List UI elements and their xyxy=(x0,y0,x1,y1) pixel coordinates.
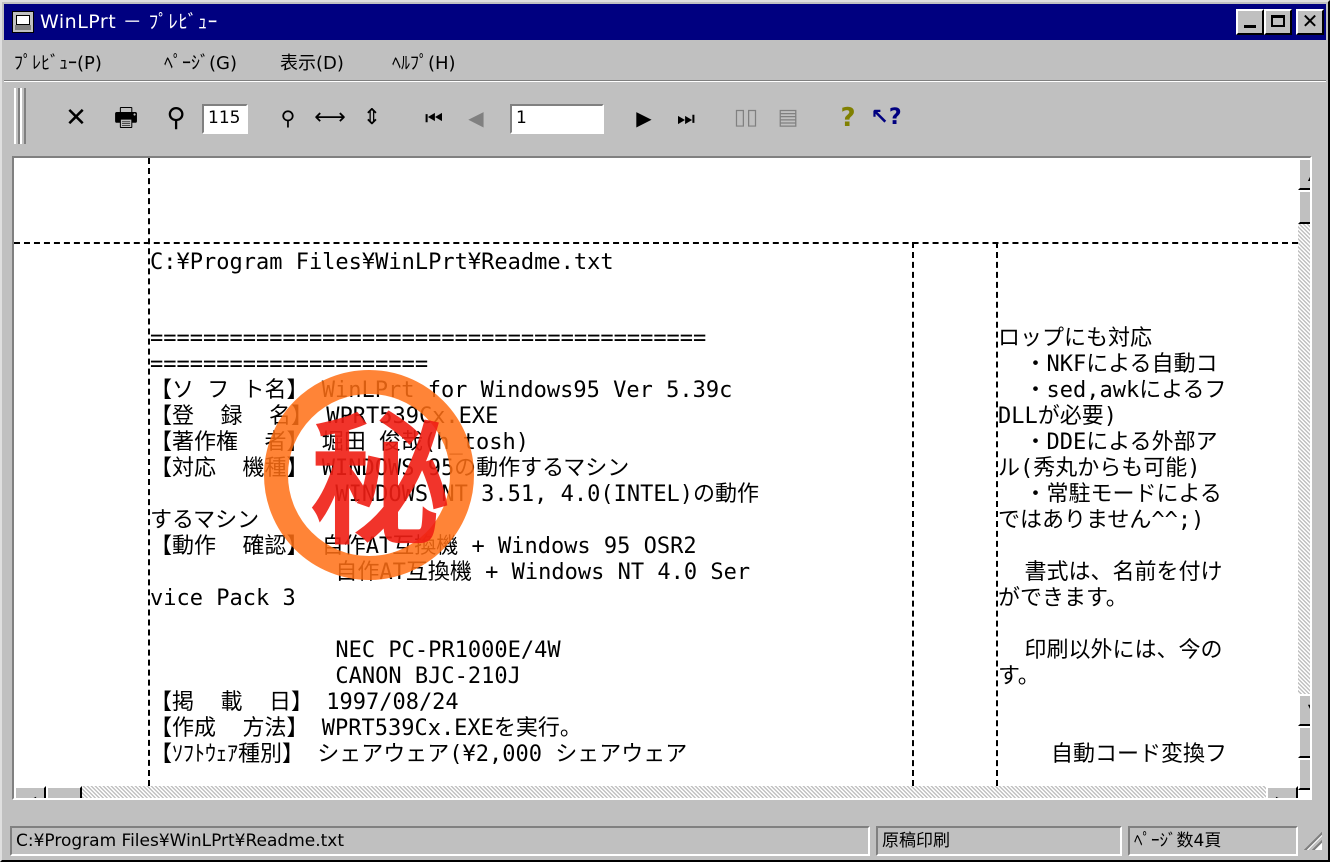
doc-line-col2: 印刷以外には、今の xyxy=(998,638,1223,663)
doc-line: 自作AT互換機 + Windows NT 4.0 Ser xyxy=(150,560,751,585)
app-window: WinLPrt － ﾌﾟﾚﾋﾞｭｰ ✕ ﾌﾟﾚﾋﾞｭｰ(P) ﾍﾟｰｼﾞ(G) … xyxy=(0,0,1330,862)
arrow-down-icon: ▼ xyxy=(1308,700,1310,719)
menu-view[interactable]: 表示(D) xyxy=(280,49,344,75)
doc-line-col2: DLLが必要) xyxy=(998,404,1117,429)
doc-line-col2: ・NKFによる自動コ xyxy=(998,352,1218,377)
menu-page[interactable]: ﾍﾟｰｼﾞ(G) xyxy=(164,49,237,75)
doc-line: するマシン xyxy=(150,508,260,533)
scroll-down-button[interactable]: ▼ xyxy=(1298,694,1310,726)
print-icon[interactable]: 🖶 xyxy=(108,100,144,136)
doc-line: 【掲 載 日】 1997/08/24 xyxy=(150,690,459,715)
prev-page-scroll-button[interactable]: ⇑ xyxy=(1298,726,1310,758)
vertical-scrollbar[interactable]: ▲ ▼ ⇑ ⇓ xyxy=(1298,158,1310,798)
maximize-button[interactable] xyxy=(1264,9,1292,35)
help-icon[interactable]: ? xyxy=(830,100,866,136)
fit-width-icon[interactable]: ⟷ xyxy=(312,100,348,136)
doc-header: C:¥Program Files¥WinLPrt¥Readme.txt xyxy=(150,250,614,275)
page-setup-icon[interactable]: ▤ xyxy=(770,100,806,136)
status-file-path: C:¥Program Files¥WinLPrt¥Readme.txt xyxy=(10,826,870,856)
horizontal-scrollbar[interactable]: ◀ ▶ xyxy=(14,786,1298,798)
scroll-right-button[interactable]: ▶ xyxy=(1266,786,1298,798)
resize-grip-icon[interactable] xyxy=(1302,830,1322,850)
scroll-up-button[interactable]: ▲ xyxy=(1298,158,1310,190)
doc-line-col2: ロップにも対応 xyxy=(998,326,1153,351)
next-page-icon[interactable]: ▶ xyxy=(626,100,662,136)
doc-line-col2: す。 xyxy=(998,664,1040,689)
doc-line-col2: ・sed,awkによるフ xyxy=(998,378,1227,403)
page-number-input[interactable]: 1 xyxy=(510,104,604,134)
preview-page: C:¥Program Files¥WinLPrt¥Readme.txt ====… xyxy=(14,158,1298,786)
zoom-icon[interactable]: ⚲ xyxy=(158,100,194,136)
zoom-input[interactable]: 115 xyxy=(202,104,248,134)
close-window-button[interactable]: ✕ xyxy=(1296,9,1324,35)
confidential-stamp-char: 秘 xyxy=(310,401,451,565)
doc-line: NEC PC-PR1000E/4W xyxy=(150,638,561,663)
window-title: WinLPrt － ﾌﾟﾚﾋﾞｭｰ xyxy=(40,11,218,33)
margin-guide-top xyxy=(14,242,1298,244)
status-bar: C:¥Program Files¥WinLPrt¥Readme.txt 原稿印刷… xyxy=(6,822,1326,858)
doc-line: CANON BJC-210J xyxy=(150,664,521,689)
printer-app-icon[interactable] xyxy=(12,11,34,33)
doc-line: 【ｿﾌﾄｳｪｱ種別】 シェアウェア(¥2,000 シェアウェア xyxy=(150,742,688,767)
arrow-up-icon: ▲ xyxy=(1308,164,1310,183)
title-bar[interactable]: WinLPrt － ﾌﾟﾚﾋﾞｭｰ ✕ xyxy=(4,4,1326,40)
toolbar-grip-2 xyxy=(20,88,26,144)
vertical-scroll-thumb[interactable] xyxy=(1298,190,1310,224)
fit-page-icon[interactable]: ⇕ xyxy=(354,100,390,136)
doc-line-col2: ・DDEによる外部ア xyxy=(998,430,1218,455)
doc-line-col2: 書式は、名前を付け xyxy=(998,560,1223,585)
double-arrow-up-icon: ⇑ xyxy=(1307,732,1310,751)
doc-line-col2: ・常駐モードによる xyxy=(998,482,1222,507)
close-icon: ✕ xyxy=(1301,9,1319,33)
column-guide-right xyxy=(912,242,914,786)
status-page-count: ﾍﾟｰｼﾞ数4頁 xyxy=(1128,826,1298,856)
last-page-icon[interactable]: ⏭ xyxy=(668,100,704,136)
maximize-icon xyxy=(1271,15,1285,27)
menu-bar: ﾌﾟﾚﾋﾞｭｰ(P) ﾍﾟｰｼﾞ(G) 表示(D) ﾍﾙﾌﾟ(H) xyxy=(4,42,1326,78)
zoom-small-icon[interactable]: ⚲ xyxy=(270,100,306,136)
vertical-scroll-track[interactable] xyxy=(1298,224,1310,694)
doc-line-col2: ができます。 xyxy=(998,586,1128,611)
horizontal-scroll-thumb[interactable] xyxy=(46,786,82,798)
doc-line: ========================================… xyxy=(150,326,707,351)
horizontal-scroll-track[interactable] xyxy=(82,786,1266,798)
status-print-mode: 原稿印刷 xyxy=(876,826,1122,856)
minimize-button[interactable] xyxy=(1236,9,1264,35)
next-page-scroll-button[interactable]: ⇓ xyxy=(1298,758,1310,790)
preview-viewport: C:¥Program Files¥WinLPrt¥Readme.txt ====… xyxy=(12,156,1312,800)
doc-line-col2: ではありません^^;) xyxy=(998,508,1205,533)
toolbar: ✕ 🖶 ⚲ 115 ⚲ ⟷ ⇕ ⏮ ◀ 1 ▶ ⏭ ▯▯ ▤ ? ↖? xyxy=(4,82,1326,152)
context-help-icon[interactable]: ↖? xyxy=(868,100,904,136)
two-pages-icon[interactable]: ▯▯ xyxy=(728,100,764,136)
arrow-right-icon: ▶ xyxy=(1276,792,1288,798)
doc-line-col2: ル(秀丸からも可能) xyxy=(998,456,1201,481)
minimize-icon xyxy=(1244,25,1256,28)
menu-preview[interactable]: ﾌﾟﾚﾋﾞｭｰ(P) xyxy=(14,49,102,75)
prev-page-icon[interactable]: ◀ xyxy=(458,100,494,136)
menu-help[interactable]: ﾍﾙﾌﾟ(H) xyxy=(392,49,456,75)
arrow-left-icon: ◀ xyxy=(24,792,36,798)
first-page-icon[interactable]: ⏮ xyxy=(416,100,452,136)
doc-line: 【作成 方法】 WPRT539Cx.EXEを実行。 xyxy=(150,716,582,741)
doc-line-col2: 自動コード変換フ xyxy=(998,742,1227,767)
double-arrow-down-icon: ⇓ xyxy=(1307,764,1310,783)
doc-line: vice Pack 3 xyxy=(150,586,296,611)
scroll-left-button[interactable]: ◀ xyxy=(14,786,46,798)
close-preview-icon[interactable]: ✕ xyxy=(58,100,94,136)
